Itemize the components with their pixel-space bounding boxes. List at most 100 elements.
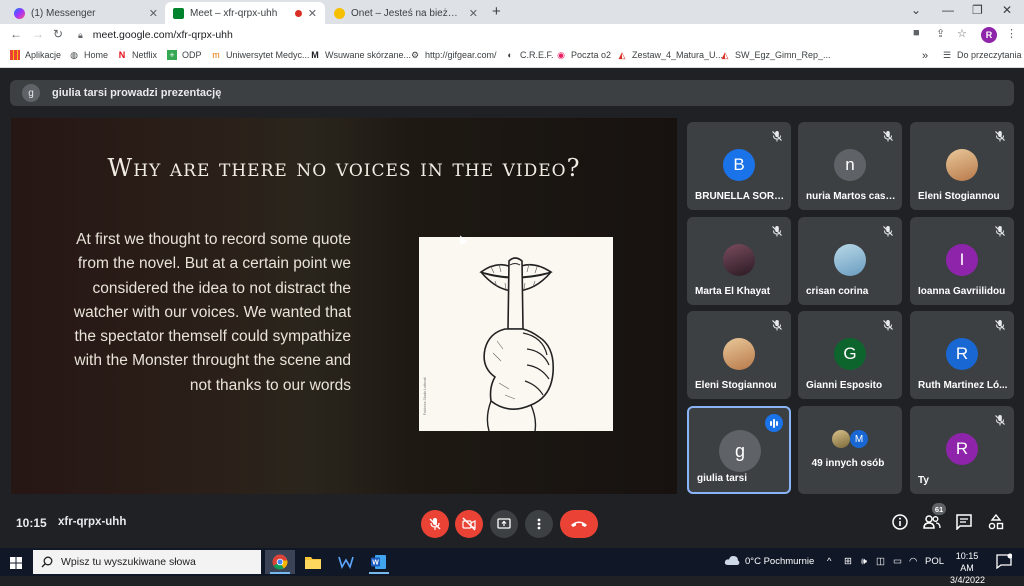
bookmark-netflix[interactable]: N Netflix <box>117 50 157 60</box>
poczta-icon: ◉ <box>557 50 565 60</box>
participant-avatar: R <box>946 433 978 465</box>
weather-icon[interactable] <box>724 554 740 569</box>
more-vertical-icon <box>537 518 541 530</box>
tray-overflow-icon[interactable]: ^ <box>827 556 831 567</box>
close-window-button[interactable]: ✕ <box>1002 3 1012 17</box>
speaker-icon[interactable]: 🕪︎ <box>861 556 867 567</box>
participant-avatar: n <box>834 149 866 181</box>
tab-messenger[interactable]: (1) Messenger ✕ <box>6 2 166 24</box>
back-icon[interactable]: ← <box>10 27 22 41</box>
more-options-button[interactable] <box>525 510 553 538</box>
microphone-toggle-button[interactable] <box>421 510 449 538</box>
university-icon: m <box>212 50 220 60</box>
close-tab-icon[interactable]: ✕ <box>308 7 317 20</box>
chat-icon <box>956 514 972 531</box>
wifi-icon[interactable]: ◠ <box>909 556 917 567</box>
participant-tile[interactable]: I Ioanna Gavriilidou <box>910 217 1014 305</box>
bookmark-uniwersytet[interactable]: m Uniwersytet Medyc... <box>211 50 309 60</box>
mic-muted-icon <box>882 129 894 142</box>
bookmark-wsuwane[interactable]: M Wsuwane skórzane... <box>310 50 411 60</box>
bookmark-apps[interactable]: Aplikacje <box>10 50 61 60</box>
share-icon[interactable]: ⇪ <box>936 27 945 40</box>
bookmarks-overflow-button[interactable]: » <box>922 50 928 62</box>
camera-toggle-button[interactable] <box>455 510 483 538</box>
tab-search-button[interactable]: ⌄ <box>911 3 921 17</box>
taskbar-file-explorer[interactable] <box>298 550 328 574</box>
bookmark-odp[interactable]: + ODP <box>167 50 202 60</box>
chrome-icon <box>272 554 288 570</box>
mic-muted-icon <box>882 224 894 237</box>
bookmark-gifgear[interactable]: ⚙ http://gifgear.com/ <box>410 50 497 60</box>
participant-name: BRUNELLA SORBE... <box>695 191 785 202</box>
taskbar-word[interactable]: W <box>364 550 394 574</box>
weather-text[interactable]: 0°C Pochmurnie <box>745 556 814 567</box>
search-placeholder: Wpisz tu wyszukiwane słowa <box>61 556 196 568</box>
taskbar-chrome[interactable] <box>265 550 295 574</box>
bookmark-label: Home <box>84 50 109 60</box>
gear-icon: ⚙ <box>410 50 420 60</box>
meeting-code: xfr-qrpx-uhh <box>58 516 127 528</box>
taskbar-app-w[interactable] <box>331 550 361 574</box>
mic-muted-icon <box>771 224 783 237</box>
participant-tile[interactable]: G Gianni Esposito <box>798 311 902 399</box>
bookmarks-bar: Aplikacje ◍ Home N Netflix + ODP m Uniwe… <box>0 46 1024 68</box>
chat-button[interactable] <box>956 514 972 535</box>
bookmark-sw-egz[interactable]: ◭ SW_Egz_Gimn_Rep_... <box>720 50 831 60</box>
bookmark-cref[interactable]: ◐ C.R.E.F. <box>505 50 553 60</box>
star-icon[interactable]: ☆ <box>957 27 967 40</box>
participant-tile[interactable]: R Ruth Martinez Ló... <box>910 311 1014 399</box>
participant-name: crisan corina <box>806 286 869 297</box>
bookmark-label: Netflix <box>132 50 158 60</box>
meet-window: g giulia tarsi prowadzi prezentację Why … <box>0 68 1024 548</box>
participant-tile[interactable]: Eleni Stogiannou <box>687 311 791 399</box>
bookmark-home[interactable]: ◍ Home <box>69 50 108 60</box>
mic-muted-icon <box>882 318 894 331</box>
taskbar-clock[interactable]: 10:15 AM 3/4/2022 <box>950 550 985 586</box>
menu-dots-icon[interactable]: ⋮ <box>1006 27 1017 40</box>
present-screen-button[interactable] <box>490 510 518 538</box>
leave-call-button[interactable] <box>560 510 598 538</box>
w-app-icon <box>338 556 354 569</box>
battery-icon[interactable]: ▭ <box>893 556 902 567</box>
active-app-indicator <box>270 572 290 574</box>
meet-tray-icon[interactable]: ⊞ <box>844 556 852 567</box>
forward-icon[interactable]: → <box>32 27 44 41</box>
participant-tile[interactable]: Eleni Stogiannou <box>910 122 1014 210</box>
close-tab-icon[interactable]: ✕ <box>149 7 158 20</box>
new-tab-button[interactable]: + <box>492 3 501 20</box>
reload-icon[interactable]: ↻ <box>53 27 63 41</box>
participant-tile[interactable]: Marta El Khayat <box>687 217 791 305</box>
taskbar-search-box[interactable]: Wpisz tu wyszukiwane słowa <box>33 550 261 574</box>
network-icon[interactable]: ◫ <box>876 556 885 567</box>
activities-button[interactable] <box>988 513 1004 535</box>
notifications-button[interactable] <box>996 553 1013 572</box>
tab-meet[interactable]: Meet – xfr-qrpx-uhh ✕ <box>165 2 325 24</box>
bookmark-zestaw[interactable]: ◭ Zestaw_4_Matura_U... <box>617 50 724 60</box>
windows-taskbar: Wpisz tu wyszukiwane słowa W 0°C Pochmur… <box>0 548 1024 585</box>
language-indicator[interactable]: POL <box>925 556 944 567</box>
participant-tile[interactable]: M 49 innych osób <box>798 406 902 494</box>
maximize-button[interactable]: ❐ <box>972 3 983 17</box>
image-caption: Fabbrica Studio Lotterati <box>423 377 427 416</box>
bookmark-reading-list[interactable]: ☰ Do przeczytania <box>942 50 1022 60</box>
people-button[interactable] <box>923 514 941 535</box>
profile-avatar[interactable]: R <box>981 27 997 43</box>
participant-tile[interactable]: g giulia tarsi <box>687 406 791 494</box>
minimize-button[interactable]: — <box>942 3 954 17</box>
tab-onet[interactable]: Onet – Jesteś na bieżąco ✕ <box>326 2 486 24</box>
bookmark-poczta[interactable]: ◉ Poczta o2 <box>556 50 611 60</box>
camera-icon[interactable]: ■ <box>913 27 920 39</box>
url-field[interactable]: 🔒︎ meet.google.com/xfr-qrpx-uhh <box>70 26 900 44</box>
participant-avatar: I <box>946 244 978 276</box>
meeting-clock: 10:15 <box>16 516 47 530</box>
participant-tile[interactable]: B BRUNELLA SORBE... <box>687 122 791 210</box>
cke-icon: ◭ <box>618 50 626 60</box>
participant-tile[interactable]: n nuria Martos casa... <box>798 122 902 210</box>
participant-name: Eleni Stogiannou <box>918 191 1000 202</box>
participant-tile[interactable]: R Ty <box>910 406 1014 494</box>
start-button[interactable] <box>10 556 22 574</box>
close-tab-icon[interactable]: ✕ <box>469 7 478 20</box>
meeting-info-button[interactable] <box>892 514 908 535</box>
participant-tile[interactable]: crisan corina <box>798 217 902 305</box>
bookmark-label: Wsuwane skórzane... <box>325 50 412 60</box>
